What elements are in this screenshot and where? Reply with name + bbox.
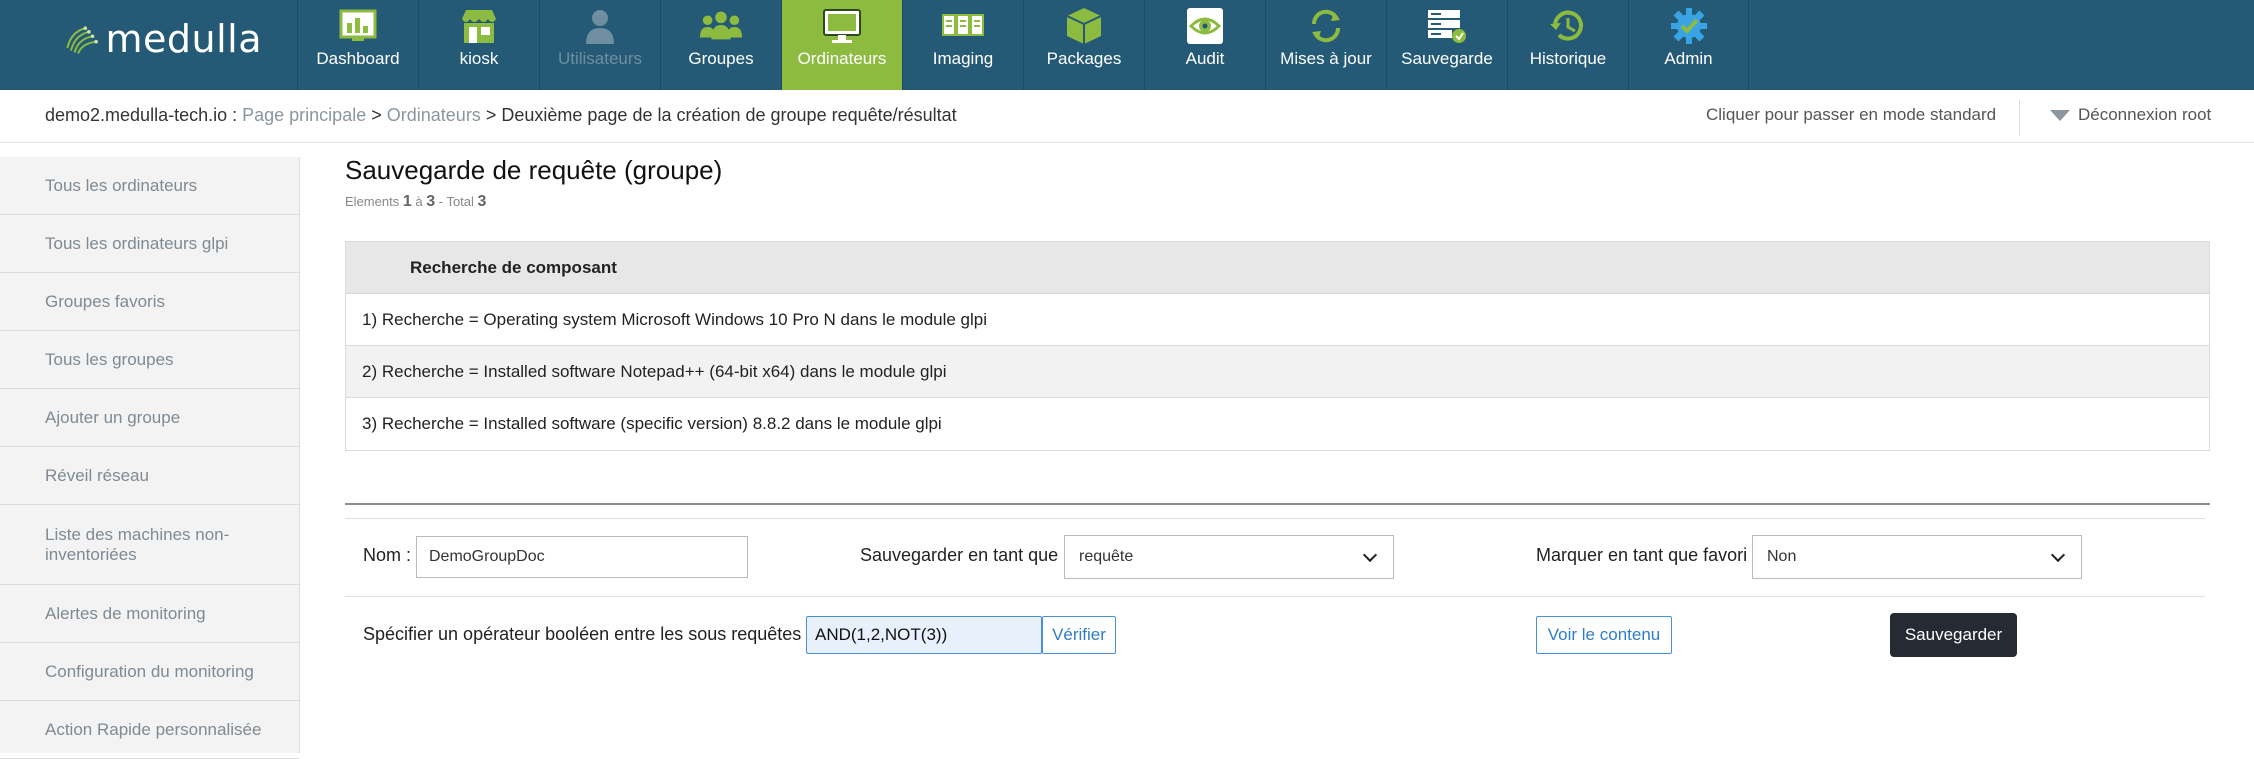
sidebar-item-non-inventoried[interactable]: Liste des machines non-inventoriées (0, 505, 299, 585)
brand-logo[interactable]: medulla (62, 14, 262, 64)
favorite-label: Marquer en tant que favori (1536, 545, 1748, 565)
favorite-select[interactable]: Non (1752, 535, 2082, 579)
sidebar-item-all-computers[interactable]: Tous les ordinateurs (0, 157, 299, 215)
sidebar-item-custom-quick-action[interactable]: Action Rapide personnalisée (0, 701, 299, 759)
group-name-input[interactable]: DemoGroupDoc (416, 536, 748, 578)
sidebar: Tous les ordinateurs Tous les ordinateur… (0, 157, 300, 759)
nav-dashboard[interactable]: Dashboard (297, 0, 418, 90)
breadcrumb-computers-link[interactable]: Ordinateurs (387, 105, 481, 125)
sidebar-item-monitoring-config[interactable]: Configuration du monitoring (0, 643, 299, 701)
nav-imaging[interactable]: Imaging (902, 0, 1023, 90)
nav-history[interactable]: Historique (1507, 0, 1628, 90)
nav-computers[interactable]: Ordinateurs (781, 0, 902, 90)
breadcrumb-host: demo2.medulla-tech.io : (45, 105, 238, 125)
top-navigation-bar: medulla Dashboard kiosk Utilisateurs Gro… (0, 0, 2254, 90)
computer-icon (823, 9, 861, 43)
sidebar-item-monitoring-alerts[interactable]: Alertes de monitoring (0, 585, 299, 643)
chevron-down-icon (2050, 547, 2066, 562)
breadcrumb: demo2.medulla-tech.io : Page principale … (45, 105, 957, 126)
name-label: Nom : (363, 545, 412, 565)
nav-kiosk[interactable]: kiosk (418, 0, 539, 90)
dashboard-icon (339, 9, 377, 41)
kiosk-icon (462, 10, 496, 43)
dropdown-triangle-icon (2050, 109, 2070, 121)
sidebar-item-all-groups[interactable]: Tous les groupes (0, 331, 299, 389)
save-as-select[interactable]: requête (1064, 535, 1394, 579)
packages-icon (1066, 8, 1102, 44)
boolean-operator-label: Spécifier un opérateur booléen entre les… (363, 624, 802, 644)
imaging-icon (942, 14, 984, 36)
nav-admin[interactable]: Admin (1628, 0, 1749, 90)
users-icon (586, 10, 614, 44)
nav-updates[interactable]: Mises à jour (1265, 0, 1386, 90)
table-row: 3) Recherche = Installed software (speci… (346, 398, 2209, 450)
page-title: Sauvegarde de requête (groupe) (345, 155, 723, 185)
logout-link[interactable]: Déconnexion root (2050, 105, 2211, 125)
form-row-line (345, 518, 2205, 519)
table-row: 1) Recherche = Operating system Microsof… (346, 294, 2209, 346)
admin-icon (1670, 8, 1707, 44)
medulla-logo-icon (66, 26, 98, 54)
nav-users: Utilisateurs (539, 0, 660, 90)
standard-mode-link[interactable]: Cliquer pour passer en mode standard (1706, 105, 1996, 125)
sidebar-item-all-computers-glpi[interactable]: Tous les ordinateurs glpi (0, 215, 299, 273)
nav-packages[interactable]: Packages (1023, 0, 1144, 90)
breadcrumb-separator: > (371, 105, 382, 125)
sidebar-item-wake-on-lan[interactable]: Réveil réseau (0, 447, 299, 505)
table-header: Recherche de composant (346, 242, 2209, 294)
main-nav: Dashboard kiosk Utilisateurs Groupes Ord… (297, 0, 1749, 90)
breadcrumb-home-link[interactable]: Page principale (242, 105, 366, 125)
history-icon (1550, 10, 1583, 41)
breadcrumb-bar: demo2.medulla-tech.io : Page principale … (0, 90, 2254, 143)
sidebar-item-add-group[interactable]: Ajouter un groupe (0, 389, 299, 447)
updates-icon (1311, 9, 1341, 43)
table-row: 2) Recherche = Installed software Notepa… (346, 346, 2209, 398)
sidebar-item-favorite-groups[interactable]: Groupes favoris (0, 273, 299, 331)
backup-icon (1428, 10, 1466, 43)
chevron-down-icon (1362, 547, 1378, 562)
view-content-button[interactable]: Voir le contenu (1536, 616, 1672, 654)
form-row-line (345, 596, 2205, 597)
groups-icon (699, 11, 743, 40)
section-divider (345, 503, 2210, 505)
breadcrumb-current: Deuxième page de la création de groupe r… (501, 105, 957, 125)
pagination-info: Elements 1 à 3 - Total 3 (345, 193, 487, 210)
brand-name: medulla (105, 17, 262, 61)
boolean-operator-input[interactable]: AND(1,2,NOT(3)) (806, 616, 1042, 654)
results-table: Recherche de composant 1) Recherche = Op… (345, 241, 2210, 451)
nav-audit[interactable]: Audit (1144, 0, 1265, 90)
save-button[interactable]: Sauvegarder (1890, 613, 2017, 657)
verify-button[interactable]: Vérifier (1042, 616, 1116, 654)
audit-icon (1187, 8, 1223, 44)
logout-label: Déconnexion root (2078, 105, 2212, 124)
nav-groups[interactable]: Groupes (660, 0, 781, 90)
breadcrumb-separator: > (485, 105, 497, 125)
header-divider (2019, 100, 2020, 136)
nav-backup[interactable]: Sauvegarde (1386, 0, 1507, 90)
save-as-label: Sauvegarder en tant que (860, 545, 1059, 565)
